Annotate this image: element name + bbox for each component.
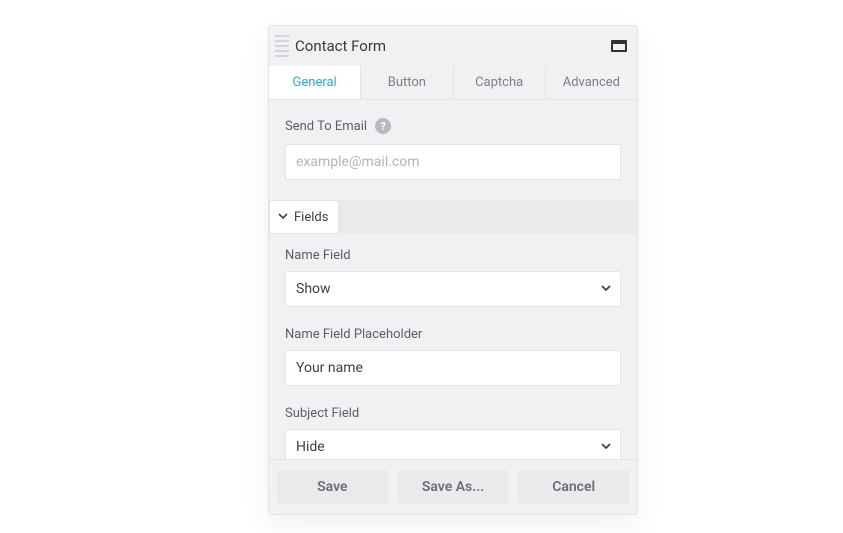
save-as-button[interactable]: Save As... bbox=[398, 470, 509, 504]
fields-label: Fields bbox=[294, 210, 328, 225]
name-placeholder-label: Name Field Placeholder bbox=[285, 327, 621, 342]
cancel-button[interactable]: Cancel bbox=[518, 470, 629, 504]
block-name-field: Name Field Show bbox=[269, 234, 637, 313]
subject-field-label: Subject Field bbox=[285, 406, 621, 421]
panel-body[interactable]: Send To Email ? Fields Name Field Show bbox=[269, 100, 637, 459]
name-field-select[interactable]: Show bbox=[285, 271, 621, 307]
subject-field-select[interactable]: Hide bbox=[285, 429, 621, 459]
block-subject-field: Subject Field Hide bbox=[269, 392, 637, 459]
save-button[interactable]: Save bbox=[277, 470, 388, 504]
send-to-input[interactable] bbox=[285, 144, 621, 180]
drag-handle-icon[interactable] bbox=[275, 35, 289, 57]
fields-strip: Fields bbox=[269, 200, 637, 234]
tab-button[interactable]: Button bbox=[361, 66, 453, 99]
footer: Save Save As... Cancel bbox=[269, 459, 637, 514]
tab-advanced[interactable]: Advanced bbox=[546, 66, 637, 99]
fields-toggle[interactable]: Fields bbox=[269, 200, 339, 234]
tab-captcha[interactable]: Captcha bbox=[454, 66, 546, 99]
tab-general[interactable]: General bbox=[269, 66, 361, 99]
panel-header: Contact Form bbox=[269, 26, 637, 66]
subject-field-select-wrap: Hide bbox=[285, 429, 621, 459]
contact-form-panel: Contact Form General Button Captcha Adva… bbox=[268, 25, 638, 515]
section-send-to: Send To Email ? bbox=[269, 100, 637, 200]
block-name-placeholder: Name Field Placeholder bbox=[269, 313, 637, 392]
panel-title: Contact Form bbox=[295, 37, 386, 55]
tab-bar: General Button Captcha Advanced bbox=[269, 66, 637, 100]
send-to-label-row: Send To Email ? bbox=[285, 118, 621, 134]
name-field-label: Name Field bbox=[285, 248, 621, 263]
window-icon[interactable] bbox=[611, 40, 627, 52]
chevron-down-icon bbox=[278, 210, 288, 225]
name-field-select-wrap: Show bbox=[285, 271, 621, 307]
help-icon[interactable]: ? bbox=[375, 118, 391, 134]
name-placeholder-input[interactable] bbox=[285, 350, 621, 386]
send-to-label: Send To Email bbox=[285, 119, 367, 134]
